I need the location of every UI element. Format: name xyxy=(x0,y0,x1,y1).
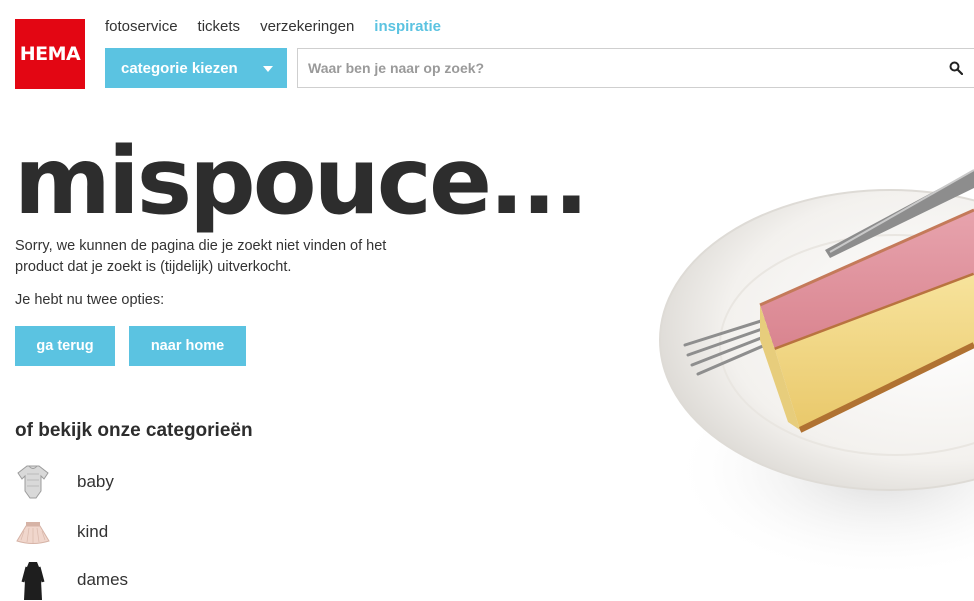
page-headline: mispouce... xyxy=(14,127,589,235)
home-button[interactable]: naar home xyxy=(129,326,246,366)
category-select-label: categorie kiezen xyxy=(121,59,238,77)
category-label-kind: kind xyxy=(77,522,109,541)
logo-text: HEMA xyxy=(19,43,81,65)
caret-down-icon xyxy=(263,66,273,72)
nav-link-inspiratie[interactable]: inspiratie xyxy=(374,18,441,35)
categories-heading: of bekijk onze categorieën xyxy=(15,420,253,441)
category-item-dames[interactable]: dames xyxy=(15,560,128,600)
options-text: Je hebt nu twee opties: xyxy=(15,292,165,308)
tutu-skirt-icon xyxy=(15,512,51,552)
nav-link-tickets[interactable]: tickets xyxy=(198,18,241,35)
hema-logo[interactable]: HEMA xyxy=(15,19,85,89)
nav-link-verzekeringen[interactable]: verzekeringen xyxy=(260,18,354,35)
tompouce-on-plate-image xyxy=(640,140,974,596)
nav-link-fotoservice[interactable]: fotoservice xyxy=(105,18,178,35)
category-select-button[interactable]: categorie kiezen xyxy=(105,48,287,88)
category-label-dames: dames xyxy=(77,570,129,589)
search-bar xyxy=(297,48,974,88)
go-back-button[interactable]: ga terug xyxy=(15,326,115,366)
category-label-baby: baby xyxy=(77,472,114,491)
search-input[interactable] xyxy=(298,49,944,87)
dress-icon xyxy=(15,560,51,600)
top-navigation: fotoservice tickets verzekeringen inspir… xyxy=(105,18,441,35)
error-message: Sorry, we kunnen de pagina die je zoekt … xyxy=(15,238,387,275)
search-icon[interactable] xyxy=(944,49,968,87)
category-item-kind[interactable]: kind xyxy=(15,512,108,552)
baby-bodysuit-icon xyxy=(15,462,51,502)
category-item-baby[interactable]: baby xyxy=(15,462,114,502)
